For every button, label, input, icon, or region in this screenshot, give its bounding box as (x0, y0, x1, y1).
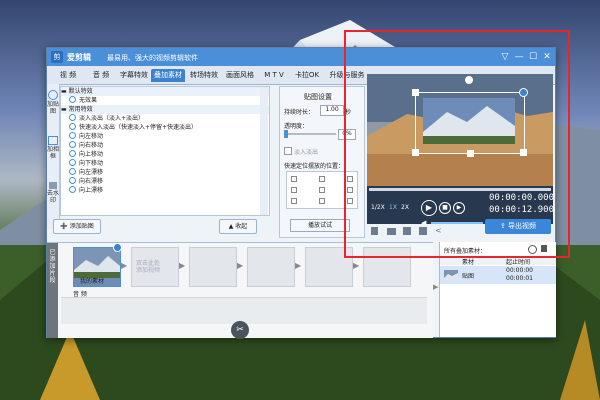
duration-label: 持续时长： (284, 109, 315, 116)
overlay-row-name: 贴图 (462, 273, 475, 280)
collapse-button[interactable]: ▲ 收起 (219, 219, 257, 234)
effect-item[interactable]: 向右漂移 (69, 177, 103, 186)
tab-subtitle-effects[interactable]: 字幕特效 (118, 69, 150, 82)
effects-group-common[interactable]: ▬ 常用特效 (61, 105, 269, 114)
tab-transition-effects[interactable]: 转场特效 (187, 69, 221, 82)
tab-karaoke[interactable]: 卡拉OK (291, 69, 323, 82)
settings-title: 贴图设置 (304, 93, 332, 101)
effects-list: ▬ 默认特效 无效果 ▬ 常用特效 淡入淡出（淡入+淡出） 快速淡入淡出（快速淡… (60, 86, 270, 216)
effect-item[interactable]: 向上漂移 (69, 186, 103, 195)
opacity-label: 透明度： (284, 123, 309, 130)
side-tab-remove-watermark[interactable]: 去水印 (47, 182, 59, 204)
remove-clip-icon[interactable] (113, 243, 122, 252)
radio-icon (69, 159, 76, 166)
tab-video[interactable]: 视 频 (52, 69, 84, 82)
clip-thumbnail (74, 248, 120, 278)
effect-item[interactable]: 向上移动 (69, 150, 103, 159)
effect-item[interactable]: 向左移动 (69, 132, 103, 141)
col-material: 素材 (462, 259, 475, 266)
side-tab-remove-watermark-label: 去水印 (47, 190, 60, 204)
overlay-row[interactable]: 贴图 00:00:00 00:00:01 (440, 266, 556, 284)
radio-icon (69, 114, 76, 121)
frame-icon (48, 136, 58, 145)
fade-label: 淡入淡出 (294, 149, 319, 156)
radio-icon (69, 141, 76, 148)
empty-slot[interactable] (247, 247, 295, 287)
position-bottom-left[interactable] (291, 198, 297, 204)
effect-item[interactable]: 淡入淡出（淡入+淡出） (69, 114, 144, 123)
duration-input[interactable]: 1.00 (320, 105, 344, 116)
fade-checkbox[interactable] (284, 147, 292, 155)
arrow-icon: ▶ (353, 261, 360, 270)
effect-none[interactable]: 无效果 (69, 96, 97, 105)
timeline-side-label: 已添加片段 (47, 243, 58, 338)
position-top-left[interactable] (291, 176, 297, 182)
opacity-slider-handle[interactable] (284, 130, 288, 138)
opacity-slider[interactable] (284, 133, 336, 135)
radio-icon (69, 132, 76, 139)
overlay-thumbnail (444, 270, 458, 280)
add-sticker-button[interactable]: ➕ 添加贴图 (53, 219, 101, 234)
app-title: 爱剪辑 (67, 53, 91, 62)
timeline-clip[interactable]: 我的素材 (73, 247, 121, 287)
position-top-center[interactable] (319, 176, 325, 182)
arrow-icon: ▶ (179, 261, 186, 270)
check-icon (69, 96, 76, 103)
effect-item[interactable]: 向右移动 (69, 141, 103, 150)
radio-icon (69, 177, 76, 184)
add-video-slot[interactable]: 双击此处 添加视频 (131, 247, 179, 287)
play-preview-button[interactable]: 播放试试 (290, 219, 350, 232)
audio-track[interactable] (61, 297, 427, 324)
side-tab-add-sticker[interactable]: 加贴图 (47, 90, 59, 115)
add-sticker-icon: ➕ (60, 223, 70, 230)
effect-item[interactable]: 向下移动 (69, 159, 103, 168)
arrow-icon: ▶ (237, 261, 244, 270)
side-tabs: 加贴图 加相框 去水印 (47, 84, 60, 229)
position-label: 快速定位摆放的位置： (284, 163, 345, 170)
sticker-icon (48, 90, 58, 100)
arrow-icon: ▶ (295, 261, 302, 270)
expand-arrow-icon[interactable]: ▶ (433, 283, 438, 291)
app-subtitle: 最易用、强大的视频剪辑软件 (107, 54, 198, 62)
effects-group-default[interactable]: ▬ 默认特效 (61, 87, 269, 96)
position-center[interactable] (319, 187, 325, 193)
side-tab-add-frame-label: 加相框 (47, 146, 60, 160)
radio-icon (69, 150, 76, 157)
watermark-icon (49, 182, 57, 189)
col-time: 起止时间 (506, 259, 531, 266)
app-logo: 剪 (51, 51, 63, 63)
tab-frame-style[interactable]: 画面风格 (223, 69, 257, 82)
tab-audio[interactable]: 音 频 (85, 69, 117, 82)
overlay-row-start: 00:00:00 (506, 267, 533, 274)
tab-mtv[interactable]: M T V (259, 69, 289, 82)
effect-item[interactable]: 向左漂移 (69, 168, 103, 177)
arrow-icon: ▶ (121, 261, 128, 270)
effect-item[interactable]: 快速淡入淡出（快速淡入+停留+快速淡出） (69, 123, 197, 132)
tab-overlay-material[interactable]: 叠加素材 (151, 69, 185, 82)
highlight-box (344, 30, 570, 258)
clip-label: 我的素材 (80, 278, 105, 285)
add-video-placeholder: 双击此处 添加视频 (136, 260, 161, 274)
radio-icon (69, 186, 76, 193)
side-tab-add-frame[interactable]: 加相框 (47, 136, 59, 160)
effects-scrollbar[interactable] (260, 87, 268, 215)
position-middle-left[interactable] (291, 187, 297, 193)
radio-icon (69, 168, 76, 175)
overlay-row-end: 00:00:01 (506, 275, 533, 282)
empty-slot[interactable] (189, 247, 237, 287)
position-bottom-center[interactable] (319, 198, 325, 204)
scissors-icon[interactable]: ✂ (231, 321, 249, 339)
side-tab-add-sticker-label: 加贴图 (47, 101, 60, 115)
radio-icon (69, 123, 76, 130)
